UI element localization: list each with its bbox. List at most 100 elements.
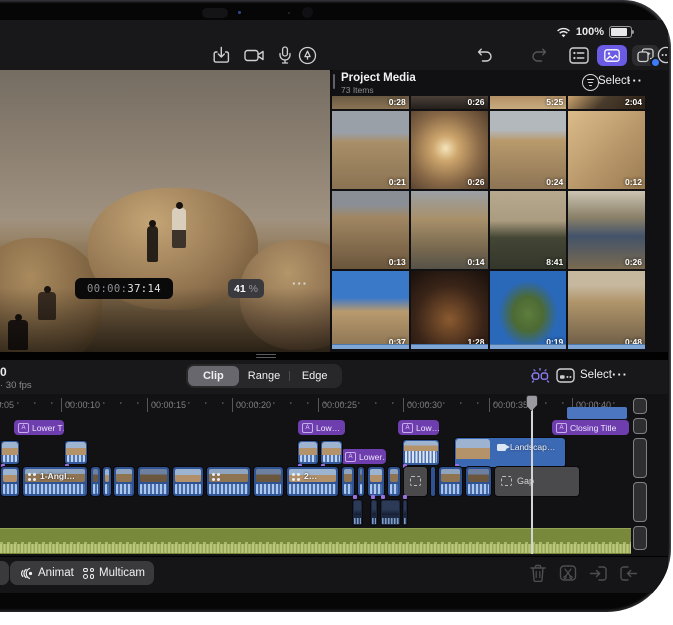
undo-button[interactable] [474, 44, 496, 66]
clip-thumbnail [372, 501, 376, 515]
timeline-more-button[interactable]: ··· [612, 367, 628, 382]
connected-clip[interactable] [297, 440, 319, 465]
storyline-clip[interactable] [367, 466, 385, 497]
media-item-rock-face[interactable]: 2:04 [568, 96, 645, 109]
media-item-campfire[interactable]: 1:28 [411, 271, 488, 349]
connected-clip[interactable]: Landscap… [454, 437, 566, 468]
storyline-clip[interactable] [357, 466, 365, 497]
title-clip[interactable]: ALow… [298, 420, 345, 435]
media-item-canyon[interactable]: 5:25 [490, 96, 567, 109]
connected-clip-below[interactable] [402, 499, 408, 526]
title-clip-label: Low… [316, 423, 340, 433]
connected-clip[interactable] [320, 440, 343, 465]
media-item-interview[interactable]: 8:41 [490, 191, 567, 269]
title-clip[interactable]: ALower T… [14, 420, 64, 435]
inspector-button[interactable] [568, 44, 590, 66]
storyline-clip[interactable]: 2… [286, 466, 339, 497]
storyline-clip[interactable] [137, 466, 170, 497]
lane-strip-segment[interactable] [633, 398, 647, 414]
title-clip[interactable]: ALower… [341, 449, 386, 464]
storyline-clip[interactable] [206, 466, 251, 497]
music-clip[interactable] [0, 528, 631, 554]
redo-button[interactable] [528, 44, 550, 66]
viewer[interactable]: 00:00:37:14 41% ··· [0, 70, 330, 352]
media-item-climbers[interactable]: 0:26 [411, 96, 488, 109]
connected-clip[interactable] [402, 439, 440, 466]
filter-icon[interactable] [582, 74, 599, 91]
storyline-clip[interactable] [0, 466, 20, 497]
lane-strip-segment[interactable] [633, 418, 647, 434]
storyline-clip[interactable] [387, 466, 401, 497]
blade-button[interactable] [558, 563, 578, 583]
connected-clip-below[interactable] [370, 499, 378, 526]
lane-strip-segment[interactable] [633, 438, 647, 478]
mode-segment-clip[interactable]: Clip [188, 366, 239, 386]
timecode-display[interactable]: 00:00:37:14 [75, 278, 173, 299]
overlay-button[interactable] [556, 367, 575, 385]
media-select-button[interactable]: Select [598, 75, 630, 87]
storyline-clip[interactable] [341, 466, 355, 497]
storyline-clip[interactable] [172, 466, 204, 497]
timeline[interactable]: 00:00:0500:00:1000:00:1500:00:2000:00:25… [0, 394, 668, 556]
connected-clip-below[interactable] [352, 499, 363, 526]
media-item-rock-pile[interactable]: 0:13 [332, 191, 409, 269]
camera-icon [244, 48, 265, 63]
title-a-icon: A [302, 423, 313, 433]
playhead-line[interactable] [531, 396, 533, 554]
storyline-clip[interactable] [113, 466, 135, 497]
media-item-hikers[interactable]: 0:48 [568, 271, 645, 349]
media-browser-button[interactable] [597, 45, 627, 66]
media-item-rock-formation[interactable]: 0:28 [332, 96, 409, 109]
mode-segment-edge[interactable]: Edge [289, 366, 340, 386]
lane-strip-segment[interactable] [633, 526, 647, 550]
enhance-button[interactable] [530, 367, 550, 385]
media-item-sunset-couple[interactable]: 0:26 [411, 111, 488, 189]
gap-clip[interactable]: Gap [494, 466, 580, 497]
edit-mode-segmented-control[interactable]: ClipRangeEdge [186, 364, 342, 388]
import-button[interactable] [210, 44, 232, 66]
media-item-hillside[interactable]: 0:24 [490, 111, 567, 189]
partial-left-button[interactable] [0, 561, 9, 585]
camera-button[interactable] [243, 44, 265, 66]
connected-clip-below[interactable] [380, 499, 401, 526]
mode-segment-range[interactable]: Range [239, 366, 290, 386]
pencil-button[interactable] [296, 44, 318, 66]
timecode-main: 37:14 [127, 283, 161, 295]
media-item-boulder-field[interactable]: 0:21 [332, 111, 409, 189]
media-more-button[interactable]: ··· [627, 73, 643, 88]
storyline-clip[interactable] [90, 466, 101, 497]
append-button[interactable] [618, 563, 638, 583]
multicam-button[interactable]: Multicam [74, 561, 154, 585]
delete-button[interactable] [528, 563, 548, 583]
media-panel-title: Project Media [341, 72, 416, 84]
storyline-clip[interactable] [430, 466, 436, 497]
lane-strip-segment[interactable] [633, 482, 647, 522]
timeline-select-button[interactable]: Select [580, 369, 612, 381]
storyline-clip[interactable] [102, 466, 112, 497]
media-item-rock-closeup[interactable]: 0:12 [568, 111, 645, 189]
viewer-more-button[interactable]: ··· [292, 276, 308, 291]
title-clip[interactable]: ALow… [398, 420, 439, 435]
gap-label-row: Gap [501, 476, 577, 486]
top-toolbar: 100% [0, 20, 668, 71]
connected-clip[interactable] [64, 440, 88, 465]
zoom-level-badge[interactable]: 41% [228, 279, 264, 298]
media-item-sky-boulders[interactable]: 0:37 [332, 271, 409, 349]
storyline-clip[interactable] [253, 466, 284, 497]
resize-handle[interactable] [256, 354, 276, 359]
ruler-range-clip[interactable] [567, 407, 627, 419]
insert-button[interactable] [588, 563, 608, 583]
media-item-backpacker[interactable]: 0:26 [568, 191, 645, 269]
mic-button[interactable] [274, 44, 296, 66]
storyline-clip[interactable] [438, 466, 463, 497]
more-button[interactable] [655, 44, 668, 66]
clip-thumbnail [404, 441, 438, 451]
gap-clip[interactable]: G… [403, 466, 428, 497]
title-clip[interactable]: AClosing Title [552, 420, 629, 435]
connected-clip[interactable] [0, 440, 20, 465]
storyline-clip[interactable] [465, 466, 492, 497]
media-item-creek-rocks[interactable]: 0:14 [411, 191, 488, 269]
clip-label-row: 1-Angl… [27, 471, 85, 481]
media-item-joshua-tree[interactable]: 0:19 [490, 271, 567, 349]
storyline-clip[interactable]: 1-Angl… [22, 466, 88, 497]
